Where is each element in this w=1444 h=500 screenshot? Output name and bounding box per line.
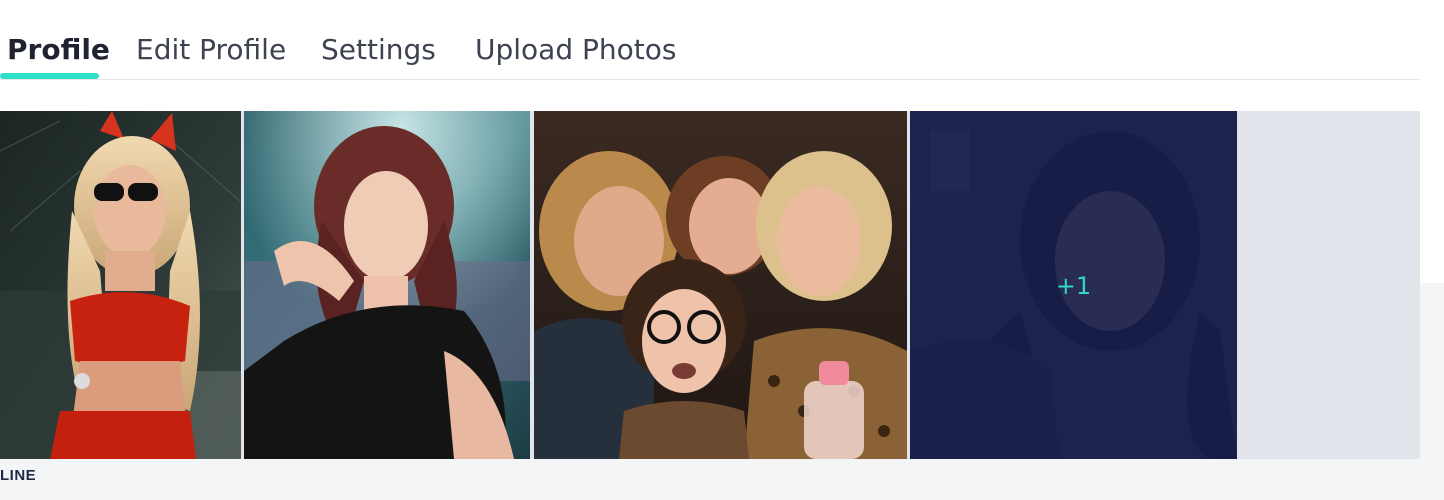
background-footer	[0, 459, 1444, 500]
more-photos-count: +1	[1055, 272, 1092, 300]
gallery-photo-2[interactable]	[244, 111, 530, 459]
tab-upload-photos[interactable]: Upload Photos	[475, 30, 676, 70]
profile-tabs: Profile Edit Profile Settings Upload Pho…	[0, 0, 1420, 80]
gallery-more-photos[interactable]: +1	[910, 111, 1237, 459]
tab-settings[interactable]: Settings	[321, 30, 436, 70]
active-tab-indicator	[0, 73, 99, 79]
tab-edit-profile[interactable]: Edit Profile	[136, 30, 286, 70]
more-photos-overlay: +1	[910, 111, 1237, 459]
photo-gallery: +1	[0, 111, 1420, 459]
profile-page: Profile Edit Profile Settings Upload Pho…	[0, 0, 1444, 500]
gallery-photo-3[interactable]	[534, 111, 907, 459]
section-label: LINE	[0, 467, 37, 484]
gallery-photo-1[interactable]	[0, 111, 241, 459]
tab-profile[interactable]: Profile	[7, 30, 110, 70]
